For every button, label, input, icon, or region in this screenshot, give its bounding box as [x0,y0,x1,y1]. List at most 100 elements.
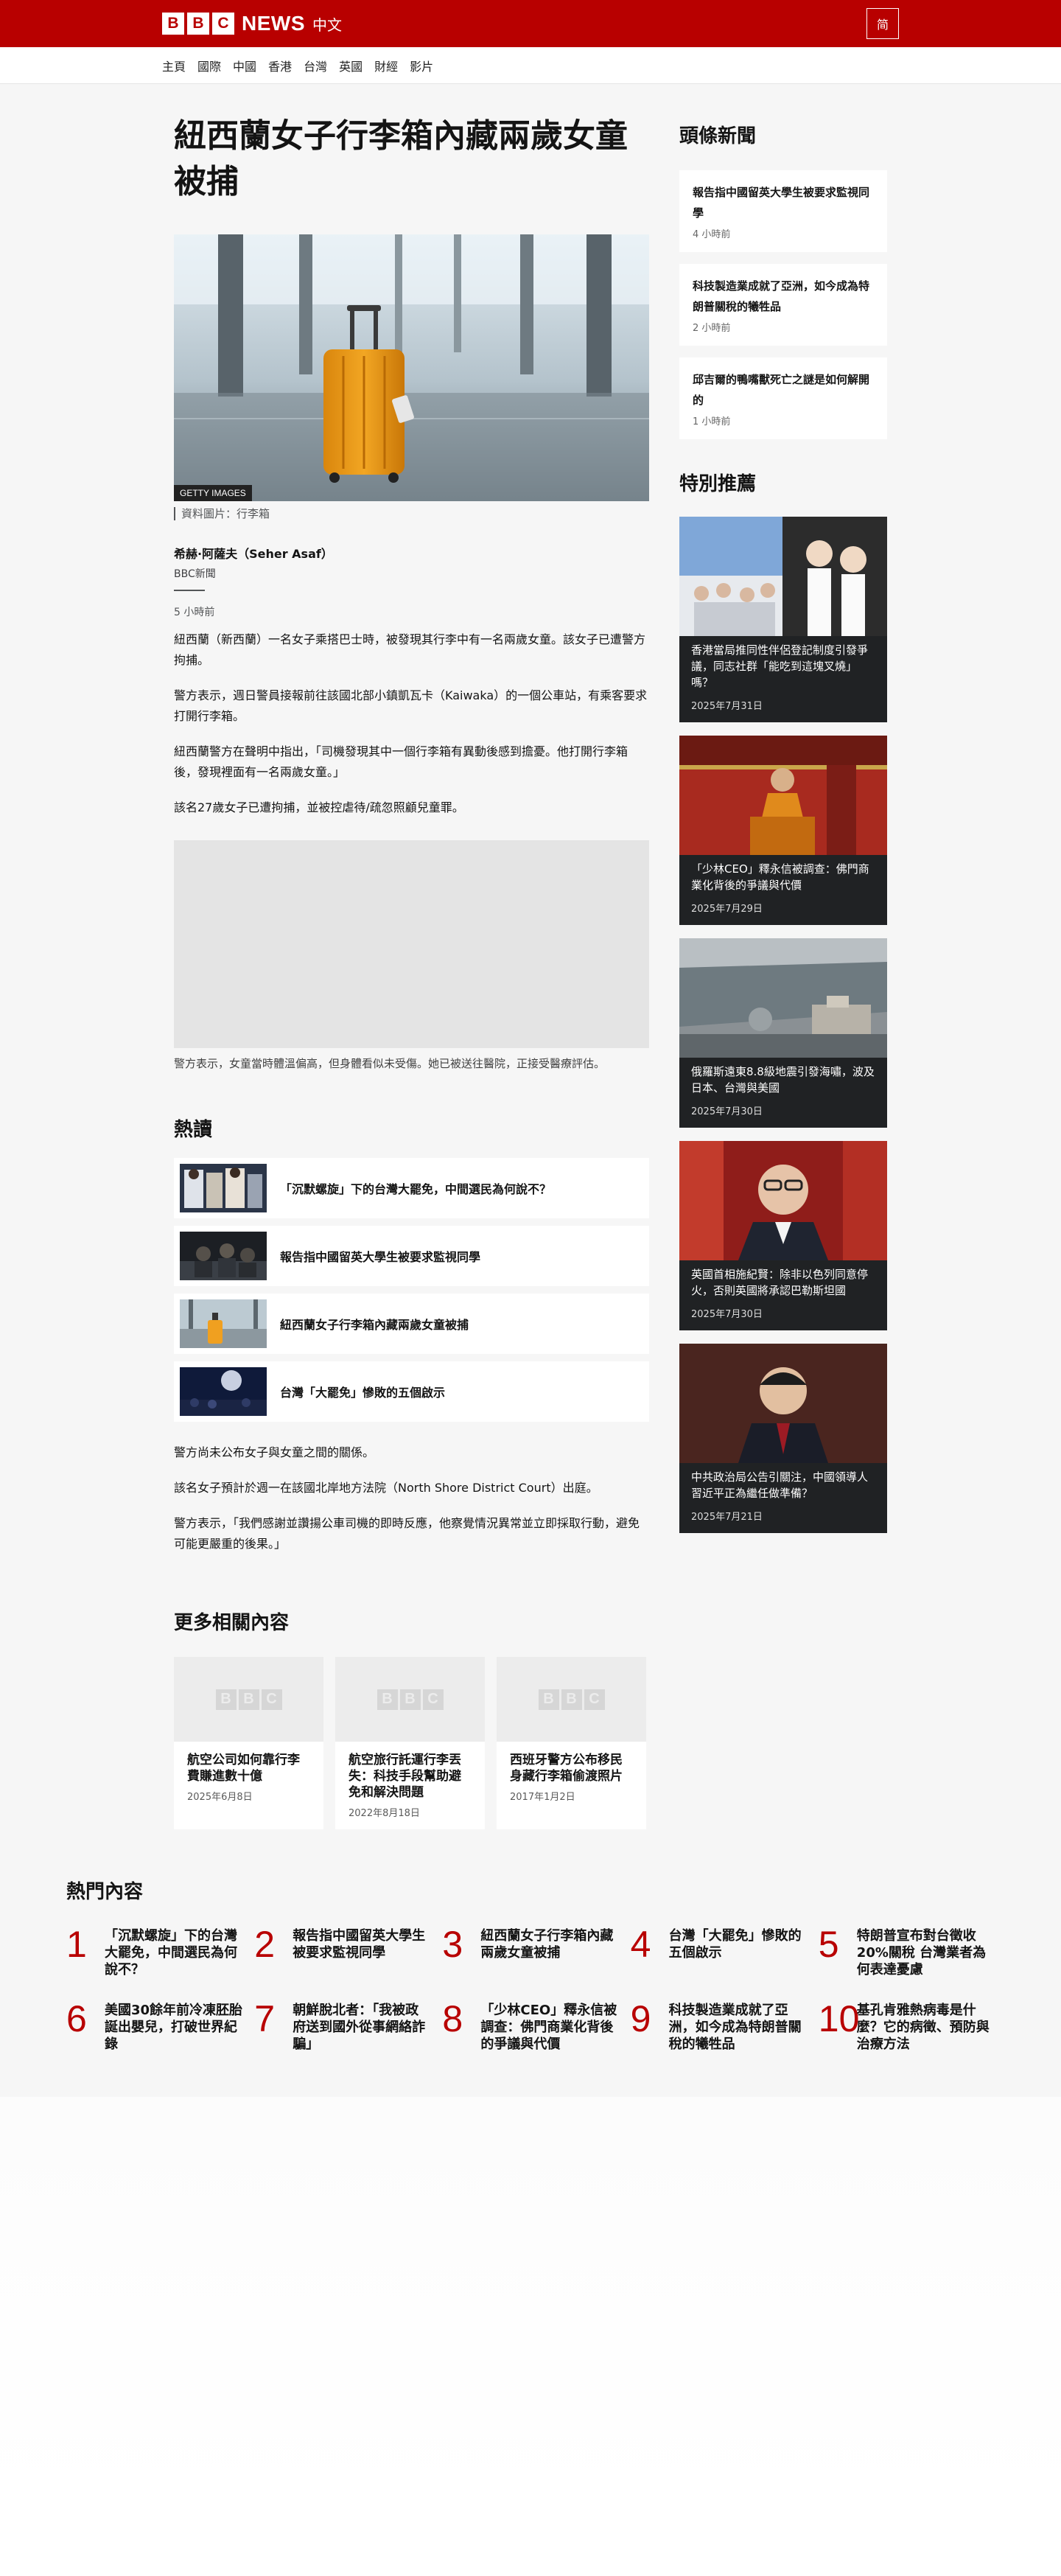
suitcase-photo [174,234,649,501]
article-paragraph: 警方表示，「我們感謝並讚揚公車司機的即時反應，他察覺情況異常並立即採取行動，避免… [174,1516,640,1551]
simplified-chinese-toggle-button[interactable]: 简 [866,8,899,39]
image-credit: GETTY IMAGES [174,485,252,501]
byline-divider [174,590,205,591]
article-headline: 紐西蘭女子行李箱內藏兩歲女童被捕 [174,117,628,200]
sidebar: 頭條新聞 報告指中國留英大學生被要求監視同學 4 小時前 科技製造業成就了亞洲，… [679,114,887,1829]
hot-reads-title: 熱讀 [174,1119,213,1141]
top-story-time: 1 小時前 [693,416,731,427]
featured-card[interactable]: 俄羅斯遠東8.8級地震引發海嘯，波及日本、台灣與美國 2025年7月30日 [679,938,887,1128]
most-read-item[interactable]: 7 朝鮮脫北者：「我被政府送到國外從事網絡詐騙」 [254,2000,430,2053]
hot-read-item[interactable]: 台灣「大罷免」慘敗的五個啟示 [174,1361,649,1422]
most-read-item[interactable]: 8 「少林CEO」釋永信被調查：佛門商業化背後的爭議與代價 [442,2000,618,2053]
article-paragraph: 該名女子預計於週一在該國北岸地方法院（North Shore District … [174,1481,598,1495]
most-read-rank: 6 [66,1998,87,2039]
page-footer-area [0,2097,1061,2502]
bbc-logo-letter: B [162,13,184,35]
bbc-logo-letter: C [261,1689,282,1710]
featured-card[interactable]: 「少林CEO」釋永信被調查：佛門商業化背後的爭議與代價 2025年7月29日 [679,736,887,925]
most-read-item[interactable]: 1 「沉默螺旋」下的台灣大罷免，中間選民為何說不？ [66,1926,242,1978]
top-story-item[interactable]: 邱吉爾的鴨嘴獸死亡之謎是如何解開的 1 小時前 [679,357,887,439]
hot-read-item[interactable]: 報告指中國留英大學生被要求監視同學 [174,1226,649,1286]
nav-item-uk[interactable]: 英國 [339,57,363,74]
page-body: 紐西蘭女子行李箱內藏兩歲女童被捕 GETTY IMAGES 資料圖片：行李箱 希… [0,84,1061,2097]
bbc-logo-letter: C [422,1689,444,1710]
bbc-placeholder-image: B B C [497,1657,646,1742]
article-paragraph: 紐西蘭（新西蘭）一名女子乘搭巴士時，被發現其行李中有一名兩歲女童。該女子已遭警方… [174,632,646,667]
nav-item-home[interactable]: 主頁 [162,57,186,74]
featured-title: 特別推薦 [679,473,757,495]
featured-image [679,1344,887,1463]
top-story-item[interactable]: 報告指中國留英大學生被要求監視同學 4 小時前 [679,170,887,252]
brand-news-text: NEWS [242,12,305,35]
related-card-date: 2017年1月2日 [510,1792,575,1803]
hot-read-item[interactable]: 「沉默螺旋」下的台灣大罷免，中間選民為何說不？ [174,1158,649,1218]
related-card-title: 西班牙警方公布移民身藏行李箱偷渡照片 [510,1753,623,1784]
embedded-media-placeholder[interactable] [174,840,649,1048]
top-story-item[interactable]: 科技製造業成就了亞洲，如今成為特朗普關稅的犧牲品 2 小時前 [679,264,887,346]
bbc-logo-letter: B [399,1689,421,1710]
most-read-rank: 7 [254,1998,275,2039]
featured-card[interactable]: 英國首相施紀賢：除非以色列同意停火，否則英國將承認巴勒斯坦國 2025年7月30… [679,1141,887,1330]
top-story-title: 邱吉爾的鴨嘴獸死亡之謎是如何解開的 [693,373,870,407]
most-read-item[interactable]: 3 紐西蘭女子行李箱內藏兩歲女童被捕 [442,1926,618,1978]
article-continued: 警方尚未公布女子與女童之間的關係。 該名女子預計於週一在該國北岸地方法院（Nor… [174,1442,649,1554]
bbc-logo-letter: B [538,1689,559,1710]
hot-read-title: 台灣「大罷免」慘敗的五個啟示 [280,1386,446,1400]
most-read-item[interactable]: 10 基孔肯雅熱病毒是什麼？它的病徵、預防與治療方法 [819,2000,995,2053]
featured-card[interactable]: 香港當局推同性伴侶登記制度引發爭議，同志社群「能吃到這塊叉燒」嗎？ 2025年7… [679,517,887,722]
most-read-title: 熱門內容 [66,1881,144,1903]
nav-item-world[interactable]: 國際 [197,57,221,74]
hot-read-item[interactable]: 紐西蘭女子行李箱內藏兩歲女童被捕 [174,1294,649,1354]
most-read-grid: 1 「沉默螺旋」下的台灣大罷免，中間選民為何說不？ 2 報告指中國留英大學生被要求監… [66,1926,995,2053]
featured-image [679,736,887,855]
featured-card-title: 中共政治局公告引關注，中國領導人習近平正為繼任做準備？ [691,1470,869,1500]
nav-item-business[interactable]: 財經 [374,57,398,74]
hero-image: GETTY IMAGES [174,234,649,501]
most-read-item[interactable]: 4 台灣「大罷免」慘敗的五個啟示 [631,1926,807,1978]
hot-read-thumbnail [180,1232,267,1280]
bbc-logo-letter: B [215,1689,237,1710]
most-read-rank: 8 [442,1998,463,2039]
article-timestamp: 5 小時前 [174,607,215,618]
most-read-item[interactable]: 9 科技製造業成就了亞洲，如今成為特朗普關稅的犧牲品 [631,2000,807,2053]
most-read-rank: 10 [818,1998,860,2039]
most-read-rank: 9 [630,1998,651,2039]
article: 紐西蘭女子行李箱內藏兩歲女童被捕 GETTY IMAGES 資料圖片：行李箱 希… [174,114,649,1829]
author-name: 希赫·阿薩夫（Seher Asaf） [174,547,333,561]
nav-item-video[interactable]: 影片 [410,57,433,74]
nav-item-hongkong[interactable]: 香港 [268,57,292,74]
most-read-rank: 3 [442,1924,463,1965]
most-read-item[interactable]: 2 報告指中國留英大學生被要求監視同學 [254,1926,430,1978]
bbc-logo-blocks: B B C [162,13,234,35]
nav-item-taiwan[interactable]: 台灣 [304,57,327,74]
related-card[interactable]: B B C 西班牙警方公布移民身藏行李箱偷渡照片 2017年1月2日 [497,1657,646,1829]
featured-image [679,1141,887,1260]
most-read-title-text: 美國30餘年前冷凍胚胎誕出嬰兒，打破世界紀錄 [105,2003,243,2052]
most-read-title-text: 朝鮮脫北者：「我被政府送到國外從事網絡詐騙」 [293,2003,426,2052]
related-cards: B B C 航空公司如何靠行李費賺進數十億 2025年6月8日 B B C 航空… [174,1657,649,1829]
hot-read-title: 紐西蘭女子行李箱內藏兩歲女童被捕 [280,1318,469,1332]
featured-list: 香港當局推同性伴侶登記制度引發爭議，同志社群「能吃到這塊叉燒」嗎？ 2025年7… [679,517,887,1533]
article-paragraph: 該名27歲女子已遭拘捕，並被控虐待/疏忽照顧兒童罪。 [174,800,464,814]
nav-item-china[interactable]: 中國 [233,57,256,74]
featured-card[interactable]: 中共政治局公告引關注，中國領導人習近平正為繼任做準備？ 2025年7月21日 [679,1344,887,1533]
related-card[interactable]: B B C 航空公司如何靠行李費賺進數十億 2025年6月8日 [174,1657,323,1829]
related-content-title: 更多相關內容 [174,1612,290,1634]
related-card-date: 2022年8月18日 [349,1808,420,1819]
most-read-section: 熱門內容 1 「沉默螺旋」下的台灣大罷免，中間選民為何說不？ 2 報告指中國留英大學… [66,1877,995,2053]
bbc-news-logo[interactable]: B B C NEWS 中文 [162,12,342,35]
related-card[interactable]: B B C 航空旅行託運行李丟失：科技手段幫助避免和解決問題 2022年8月18… [335,1657,485,1829]
most-read-title-text: 報告指中國留英大學生被要求監視同學 [293,1928,426,1961]
top-story-title: 科技製造業成就了亞洲，如今成為特朗普關稅的犧牲品 [693,279,870,313]
related-card-title: 航空旅行託運行李丟失：科技手段幫助避免和解決問題 [349,1753,461,1800]
hot-reads-list: 「沉默螺旋」下的台灣大罷免，中間選民為何說不？ 報告指中國留英大學生被要求監視同… [174,1158,649,1422]
article-paragraph: 警方表示，週日警員接報前往該國北部小鎮凱瓦卡（Kaiwaka）的一個公車站，有乘… [174,688,648,723]
top-story-time: 4 小時前 [693,229,731,240]
bbc-logo-letter: B [561,1689,582,1710]
site-header: B B C NEWS 中文 简 [0,0,1061,47]
featured-card-date: 2025年7月30日 [691,1309,763,1320]
most-read-item[interactable]: 5 特朗普宣布對台徵收20%關稅 台灣業者為何表達憂慮 [819,1926,995,1978]
most-read-rank: 4 [630,1924,651,1965]
media-caption: 警方表示，女童當時體溫偏高，但身體看似未受傷。她已被送往醫院，正接受醫療評估。 [174,1057,606,1070]
most-read-item[interactable]: 6 美國30餘年前冷凍胚胎誕出嬰兒，打破世界紀錄 [66,2000,242,2053]
